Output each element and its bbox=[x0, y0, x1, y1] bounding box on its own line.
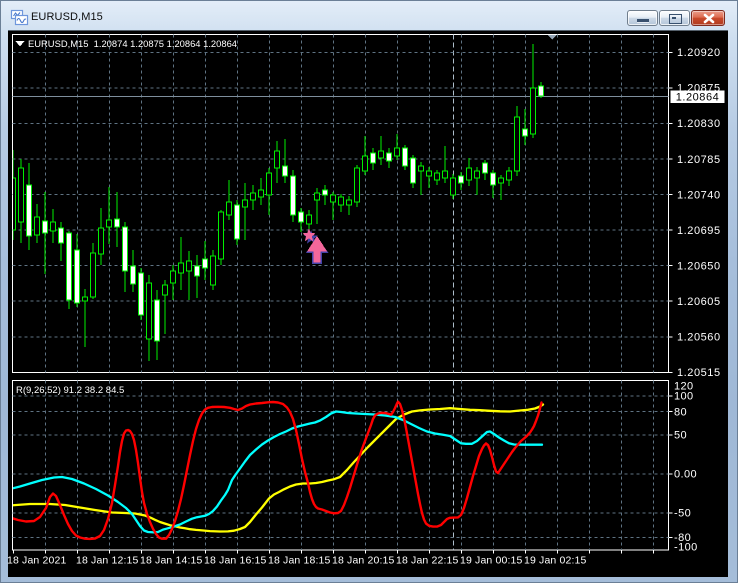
svg-text:18 Jan 18:15: 18 Jan 18:15 bbox=[268, 555, 331, 567]
svg-text:0.00: 0.00 bbox=[674, 469, 697, 481]
svg-text:50: 50 bbox=[674, 430, 687, 442]
svg-text:18 Jan 20:15: 18 Jan 20:15 bbox=[332, 555, 395, 567]
svg-text:EURUSD,M15 1.20874 1.20875 1.: EURUSD,M15 1.20874 1.20875 1.20864 1.208… bbox=[28, 38, 237, 49]
svg-text:18 Jan 22:15: 18 Jan 22:15 bbox=[396, 555, 459, 567]
svg-text:18 Jan 2021: 18 Jan 2021 bbox=[7, 555, 66, 567]
svg-text:1.20920: 1.20920 bbox=[677, 47, 721, 59]
svg-text:-50: -50 bbox=[674, 508, 691, 520]
svg-text:1.20515: 1.20515 bbox=[677, 367, 721, 379]
svg-text:R(9,26,52) 91.2 38.2 84.5: R(9,26,52) 91.2 38.2 84.5 bbox=[16, 385, 124, 396]
svg-text:100: 100 bbox=[674, 391, 694, 403]
svg-text:-100: -100 bbox=[674, 541, 698, 553]
svg-text:1.20605: 1.20605 bbox=[677, 296, 721, 308]
svg-text:1.20864: 1.20864 bbox=[676, 92, 720, 104]
svg-text:1.20560: 1.20560 bbox=[677, 332, 721, 344]
svg-text:18 Jan 14:15: 18 Jan 14:15 bbox=[140, 555, 203, 567]
svg-text:80: 80 bbox=[674, 406, 687, 418]
svg-text:19 Jan 00:15: 19 Jan 00:15 bbox=[460, 555, 523, 567]
svg-text:19 Jan 02:15: 19 Jan 02:15 bbox=[524, 555, 587, 567]
svg-text:18 Jan 12:15: 18 Jan 12:15 bbox=[76, 555, 139, 567]
svg-text:1.20785: 1.20785 bbox=[677, 154, 721, 166]
svg-text:1.20830: 1.20830 bbox=[677, 118, 721, 130]
svg-text:18 Jan 16:15: 18 Jan 16:15 bbox=[204, 555, 267, 567]
svg-text:1.20695: 1.20695 bbox=[677, 225, 721, 237]
svg-text:1.20740: 1.20740 bbox=[677, 189, 721, 201]
svg-text:1.20650: 1.20650 bbox=[677, 261, 721, 273]
